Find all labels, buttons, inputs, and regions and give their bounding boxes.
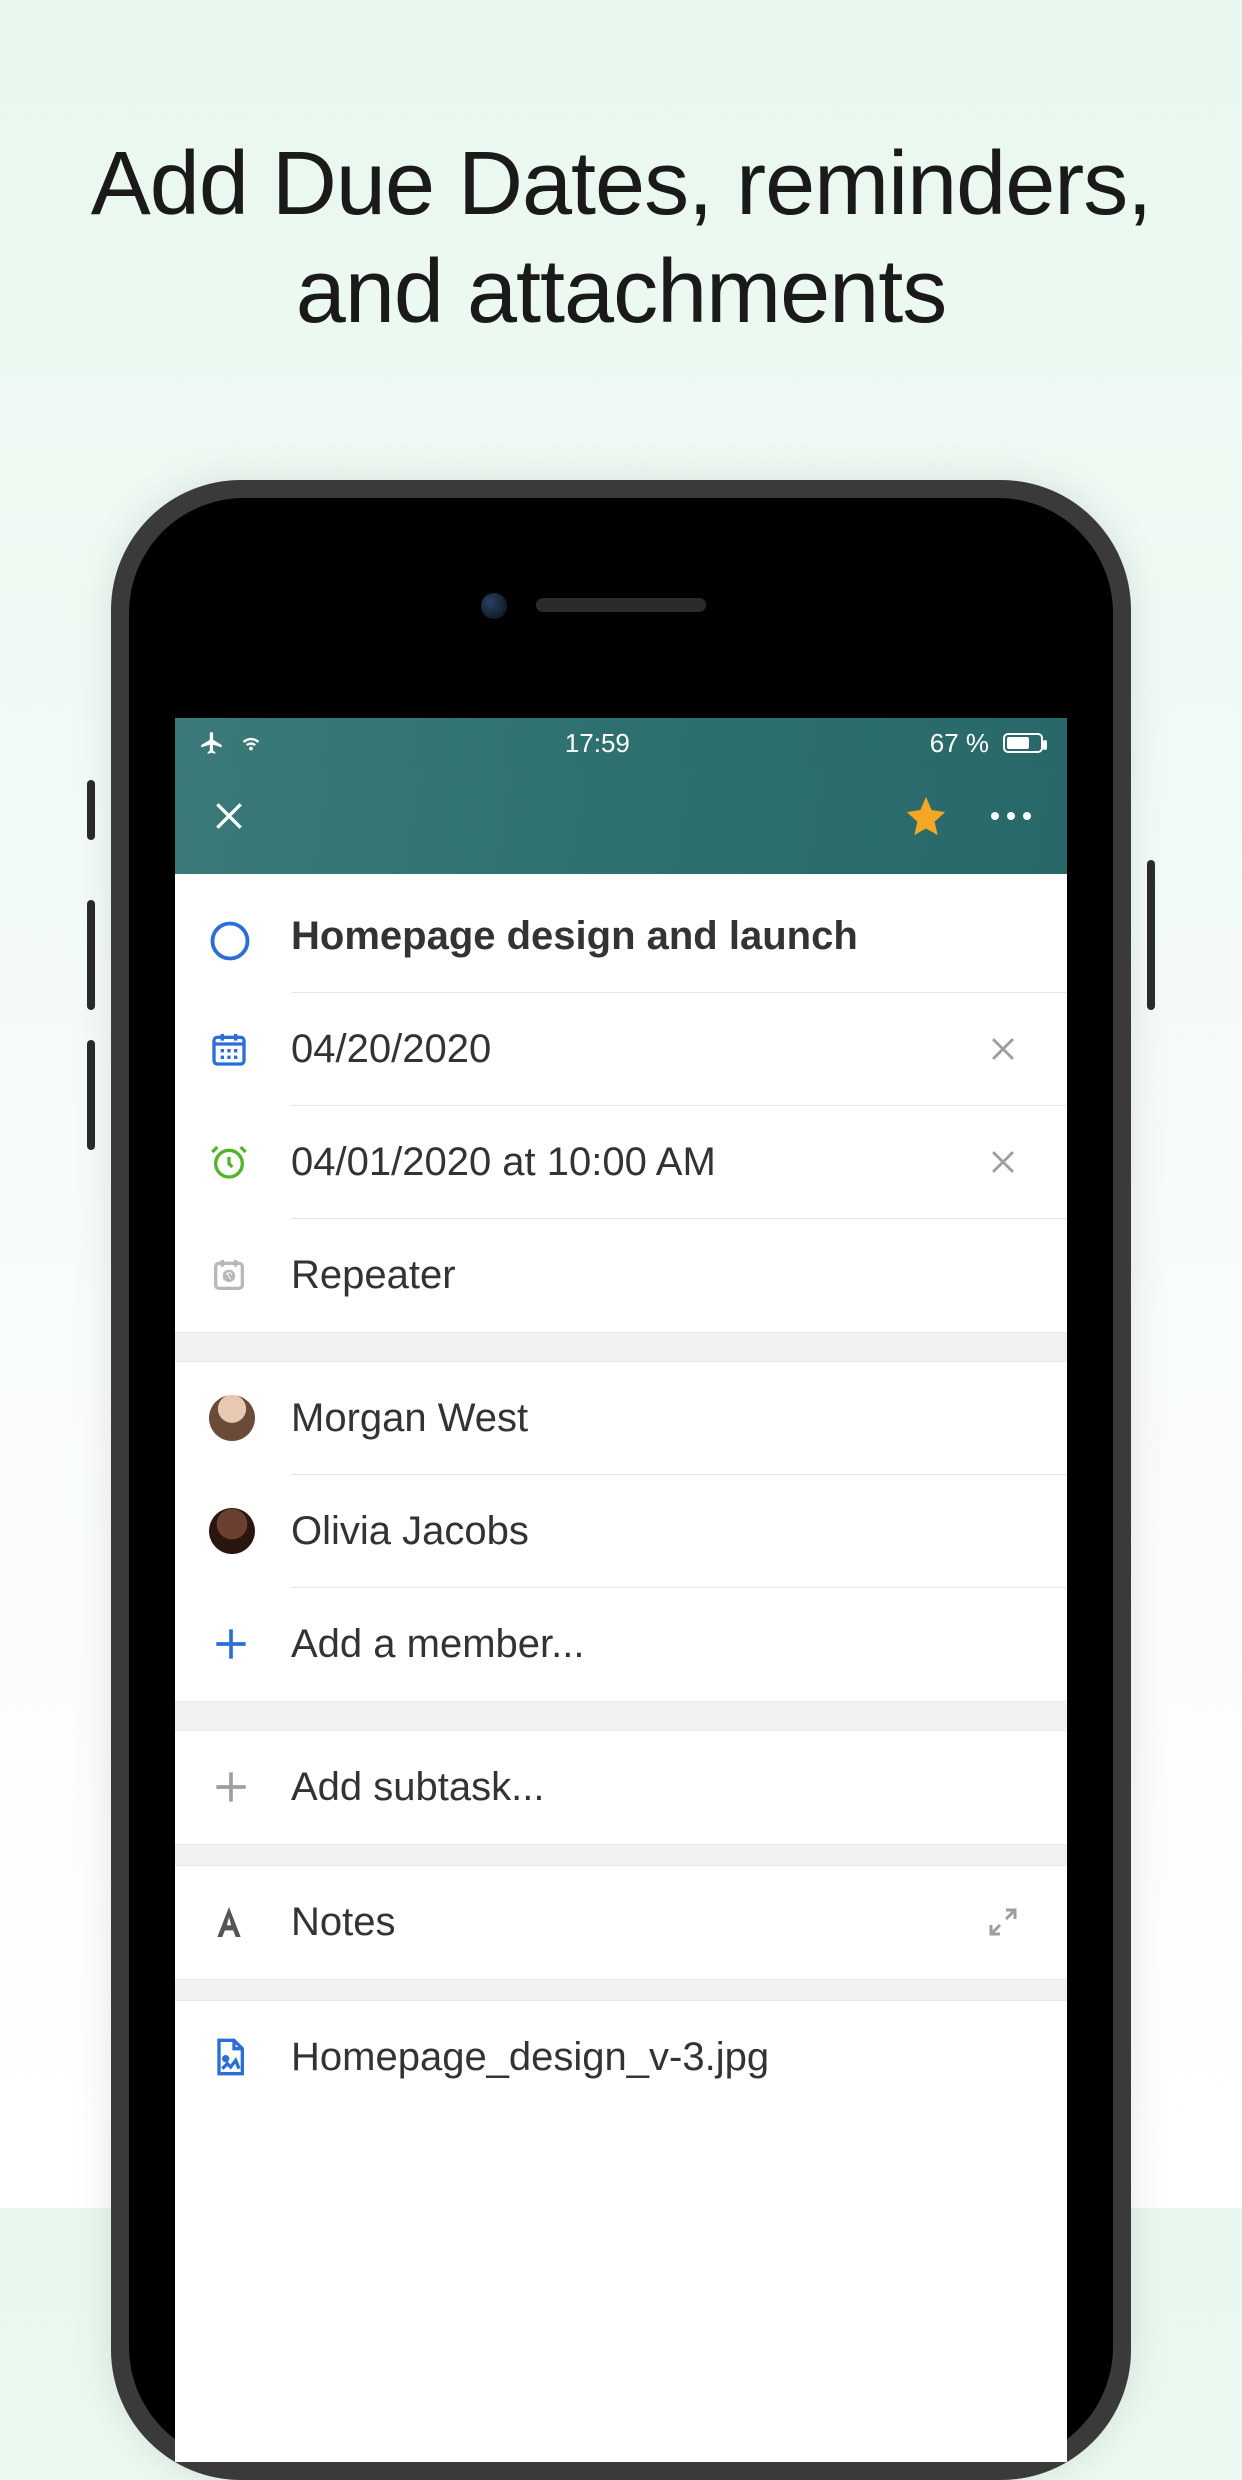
add-subtask-button[interactable]: Add subtask... xyxy=(175,1731,1067,1843)
more-button[interactable] xyxy=(989,810,1033,822)
task-title: Homepage design and launch xyxy=(291,912,1033,960)
attachment-filename: Homepage_design_v-3.jpg xyxy=(291,2035,1033,2080)
airplane-mode-icon xyxy=(199,730,225,756)
text-style-icon xyxy=(209,1902,249,1942)
calendar-icon xyxy=(209,1029,249,1069)
member-name: Olivia Jacobs xyxy=(291,1509,1033,1554)
avatar xyxy=(209,1395,255,1441)
member-row[interactable]: Olivia Jacobs xyxy=(175,1475,1067,1587)
clear-due-date-button[interactable] xyxy=(986,1032,1020,1066)
task-checkbox[interactable] xyxy=(209,920,251,962)
clear-reminder-button[interactable] xyxy=(986,1145,1020,1179)
notes-row[interactable]: Notes xyxy=(175,1866,1067,1978)
battery-icon xyxy=(1003,733,1043,753)
add-member-label: Add a member... xyxy=(291,1622,1033,1667)
app-screen: 17:59 67 % xyxy=(175,718,1067,2462)
plus-icon xyxy=(209,1765,253,1809)
avatar xyxy=(209,1508,255,1554)
nav-bar xyxy=(175,768,1067,874)
task-title-row[interactable]: Homepage design and launch xyxy=(175,874,1067,992)
promo-line-2: and attachments xyxy=(0,238,1242,346)
expand-icon[interactable] xyxy=(985,1904,1021,1940)
due-date-value: 04/20/2020 xyxy=(291,1027,973,1072)
plus-icon xyxy=(209,1622,253,1666)
add-subtask-label: Add subtask... xyxy=(291,1765,1033,1810)
status-time: 17:59 xyxy=(565,728,630,759)
promo-headline: Add Due Dates, reminders, and attachment… xyxy=(0,0,1242,346)
alarm-clock-icon xyxy=(209,1142,249,1182)
wifi-icon xyxy=(237,732,265,754)
promo-line-1: Add Due Dates, reminders, xyxy=(0,130,1242,238)
due-date-row[interactable]: 04/20/2020 xyxy=(175,993,1067,1105)
battery-percent-label: 67 % xyxy=(930,728,989,759)
image-file-icon xyxy=(209,2037,249,2077)
repeat-icon xyxy=(209,1255,249,1295)
reminder-row[interactable]: 04/01/2020 at 10:00 AM xyxy=(175,1106,1067,1218)
phone-frame: 17:59 67 % xyxy=(111,480,1131,2480)
add-member-button[interactable]: Add a member... xyxy=(175,1588,1067,1700)
reminder-value: 04/01/2020 at 10:00 AM xyxy=(291,1140,973,1185)
repeater-row[interactable]: Repeater xyxy=(175,1219,1067,1331)
member-name: Morgan West xyxy=(291,1396,1033,1441)
attachment-row[interactable]: Homepage_design_v-3.jpg xyxy=(175,2001,1067,2113)
close-button[interactable] xyxy=(209,796,249,836)
notes-label: Notes xyxy=(291,1900,973,1945)
member-row[interactable]: Morgan West xyxy=(175,1362,1067,1474)
repeater-placeholder: Repeater xyxy=(291,1253,1033,1298)
star-button[interactable] xyxy=(903,793,949,839)
status-bar: 17:59 67 % xyxy=(175,718,1067,768)
